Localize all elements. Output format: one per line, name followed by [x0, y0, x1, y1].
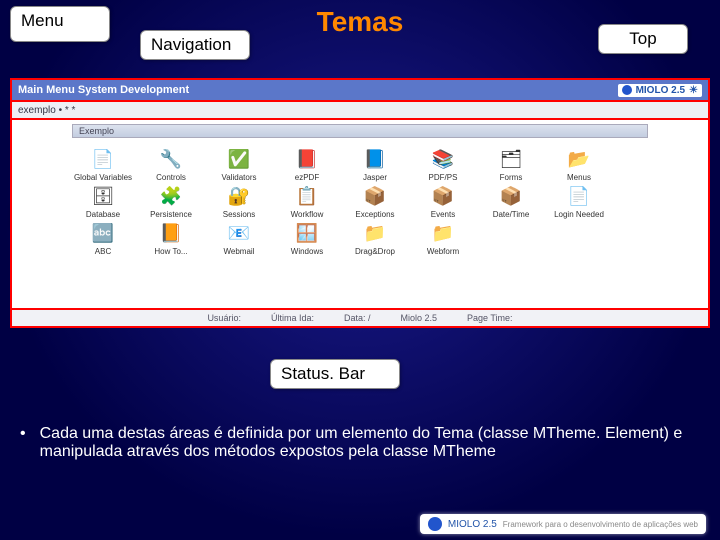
- content-section-header: Exemplo: [72, 124, 648, 138]
- app-icon-item[interactable]: 🪟 Windows: [276, 222, 338, 257]
- app-icon-glyph: 📦: [497, 185, 525, 209]
- status-item: Usuário:: [207, 313, 241, 323]
- icon-grid: 📄 Global Variables 🔧 Controls ✅ Validators 📕 ez…: [72, 148, 704, 256]
- app-icon-glyph: 📁: [429, 222, 457, 246]
- app-header-title: Main Menu System Development: [18, 84, 189, 96]
- top-region: Main Menu System Development MIOLO 2.5 ☀: [12, 80, 708, 102]
- app-icon-glyph: 🧩: [157, 185, 185, 209]
- app-icon-item[interactable]: 📦 Exceptions: [344, 185, 406, 220]
- app-icon-label: Menus: [548, 174, 610, 183]
- footer-logo-icon: [428, 517, 442, 531]
- app-icon-glyph: 🔤: [89, 222, 117, 246]
- app-icon-item[interactable]: 📦 Date/Time: [480, 185, 542, 220]
- callout-statusbar: Status. Bar: [270, 359, 400, 389]
- app-icon-glyph: 📂: [565, 148, 593, 172]
- app-icon-glyph: 📦: [429, 185, 457, 209]
- app-icon-item[interactable]: 🔧 Controls: [140, 148, 202, 183]
- app-icon-glyph: 🔐: [225, 185, 253, 209]
- bullet-body: Cada uma destas áreas é definida por um …: [40, 425, 700, 461]
- app-icon-item[interactable]: 📄 Login Needed: [548, 185, 610, 220]
- app-icon-label: Date/Time: [480, 211, 542, 220]
- app-icon-label: Persistence: [140, 211, 202, 220]
- app-icon-label: Webform: [412, 248, 474, 257]
- app-icon-item[interactable]: 🗄 Database: [72, 185, 134, 220]
- app-icon-label: Events: [412, 211, 474, 220]
- app-icon-glyph: 📕: [293, 148, 321, 172]
- app-icon-item[interactable]: 📄 Global Variables: [72, 148, 134, 183]
- app-icon-label: Windows: [276, 248, 338, 257]
- app-icon-label: Exceptions: [344, 211, 406, 220]
- app-icon-item[interactable]: 🗂 Forms: [480, 148, 542, 183]
- status-item: Page Time:: [467, 313, 513, 323]
- app-icon-label: Forms: [480, 174, 542, 183]
- footer-tagline: Framework para o desenvolvimento de apli…: [503, 520, 698, 529]
- statusbar-region: Usuário: Última Ida: Data: / Miolo 2.5 Page …: [12, 310, 708, 326]
- bullet-paragraph: • Cada uma destas áreas é definida por u…: [20, 425, 700, 461]
- app-icon-label: Database: [72, 211, 134, 220]
- app-icon-label: Global Variables: [72, 174, 134, 183]
- content-region: Exemplo 📄 Global Variables 🔧 Controls ✅ Valid…: [12, 120, 708, 310]
- app-icon-glyph: 📘: [361, 148, 389, 172]
- app-icon-label: Jasper: [344, 174, 406, 183]
- app-icon-label: Validators: [208, 174, 270, 183]
- callout-top: Top: [598, 24, 688, 54]
- app-icon-label: ABC: [72, 248, 134, 257]
- app-icon-glyph: 📋: [293, 185, 321, 209]
- app-icon-item[interactable]: 🔐 Sessions: [208, 185, 270, 220]
- app-icon-glyph: 📦: [361, 185, 389, 209]
- app-icon-item[interactable]: 🧩 Persistence: [140, 185, 202, 220]
- app-icon-item[interactable]: 📁 Drag&Drop: [344, 222, 406, 257]
- logo-extra-icon: ☀: [689, 85, 698, 96]
- app-icon-item[interactable]: 📦 Events: [412, 185, 474, 220]
- navigation-region: exemplo • * *: [12, 102, 708, 120]
- app-icon-glyph: 📄: [565, 185, 593, 209]
- app-screenshot: Main Menu System Development MIOLO 2.5 ☀…: [10, 78, 710, 328]
- app-icon-glyph: 📙: [157, 222, 185, 246]
- footer-logo: MIOLO 2.5 Framework para o desenvolvimen…: [420, 514, 706, 534]
- logo-miolo: MIOLO 2.5 ☀: [618, 84, 702, 97]
- slide-title: Temas: [317, 6, 404, 38]
- app-icon-glyph: 🗂: [497, 148, 525, 172]
- logo-icon: [622, 85, 632, 95]
- app-icon-item[interactable]: 📧 Webmail: [208, 222, 270, 257]
- app-icon-label: ezPDF: [276, 174, 338, 183]
- app-icon-glyph: 📁: [361, 222, 389, 246]
- app-icon-glyph: 📚: [429, 148, 457, 172]
- bullet-marker: •: [20, 425, 26, 461]
- app-icon-item[interactable]: 📚 PDF/PS: [412, 148, 474, 183]
- app-icon-glyph: 📧: [225, 222, 253, 246]
- app-icon-item[interactable]: 📂 Menus: [548, 148, 610, 183]
- callout-navigation: Navigation: [140, 30, 250, 60]
- status-item: Miolo 2.5: [400, 313, 437, 323]
- app-icon-label: Workflow: [276, 211, 338, 220]
- app-icon-glyph: 🗄: [89, 185, 117, 209]
- app-icon-item[interactable]: 📕 ezPDF: [276, 148, 338, 183]
- logo-text: MIOLO 2.5: [636, 85, 685, 96]
- app-icon-label: Login Needed: [548, 211, 610, 220]
- app-icon-glyph: 📄: [89, 148, 117, 172]
- callout-menu: Menu: [10, 6, 110, 42]
- app-icon-item[interactable]: 📋 Workflow: [276, 185, 338, 220]
- app-icon-glyph: 🪟: [293, 222, 321, 246]
- app-icon-glyph: 🔧: [157, 148, 185, 172]
- app-icon-glyph: ✅: [225, 148, 253, 172]
- app-icon-label: PDF/PS: [412, 174, 474, 183]
- app-icon-label: Drag&Drop: [344, 248, 406, 257]
- app-icon-label: Webmail: [208, 248, 270, 257]
- app-icon-label: Sessions: [208, 211, 270, 220]
- footer-logo-text: MIOLO 2.5: [448, 519, 497, 530]
- app-icon-label: Controls: [140, 174, 202, 183]
- app-icon-item[interactable]: 📁 Webform: [412, 222, 474, 257]
- app-icon-item[interactable]: 🔤 ABC: [72, 222, 134, 257]
- status-item: Data: /: [344, 313, 371, 323]
- app-icon-item[interactable]: ✅ Validators: [208, 148, 270, 183]
- status-item: Última Ida:: [271, 313, 314, 323]
- app-icon-label: How To...: [140, 248, 202, 257]
- app-icon-item[interactable]: 📙 How To...: [140, 222, 202, 257]
- app-icon-item[interactable]: 📘 Jasper: [344, 148, 406, 183]
